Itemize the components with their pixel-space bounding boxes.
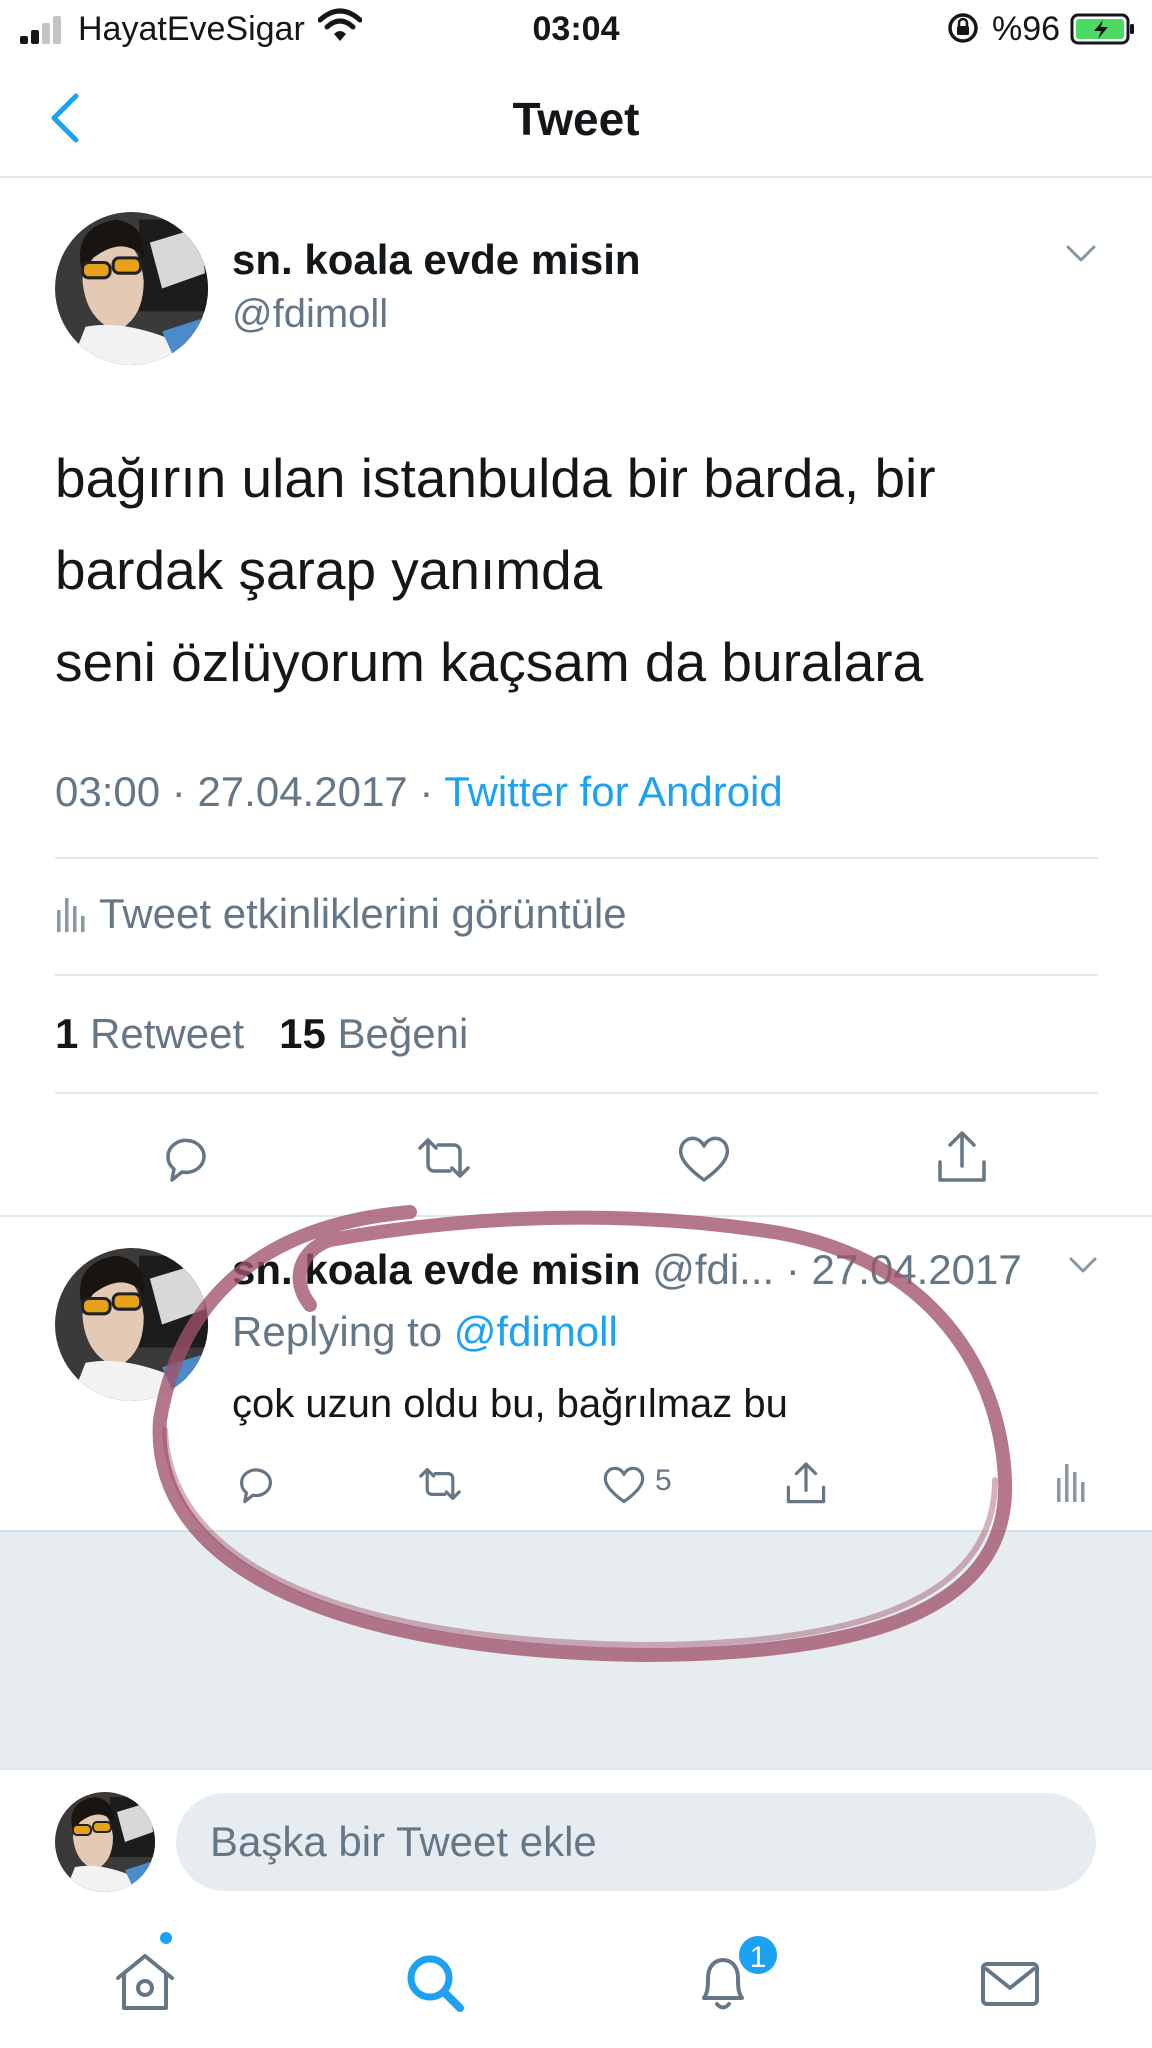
tweet-text: bağırın ulan istanbulda bir barda, bir b… bbox=[55, 432, 1115, 708]
like-label: Beğeni bbox=[337, 1010, 469, 1057]
engagement-counts: 1 Retweet 15 Beğeni bbox=[55, 1010, 468, 1058]
divider bbox=[55, 974, 1098, 976]
rotation-lock-icon bbox=[948, 13, 978, 43]
reply-display-name[interactable]: sn. koala evde misin bbox=[232, 1246, 641, 1293]
tweet-activity-label: Tweet etkinliklerini görüntüle bbox=[99, 890, 627, 937]
reply-date: · 27.04.2017 bbox=[785, 1246, 1022, 1293]
tweet-activity-link[interactable]: Tweet etkinliklerini görüntüle bbox=[55, 890, 627, 938]
like-count-link[interactable]: 15 Beğeni bbox=[279, 1010, 468, 1057]
battery-percent: %96 bbox=[992, 10, 1061, 48]
tweet-text-line: bağırın ulan istanbulda bir barda, bir bbox=[55, 447, 936, 509]
user-handle[interactable]: @fdimoll bbox=[232, 292, 388, 337]
new-content-dot bbox=[158, 1930, 174, 1946]
divider bbox=[55, 1092, 1098, 1094]
page-title: Tweet bbox=[512, 93, 640, 145]
reply-icon[interactable] bbox=[232, 1460, 280, 1508]
retweet-count-link[interactable]: 1 Retweet bbox=[55, 1010, 244, 1057]
tweet-date: 27.04.2017 bbox=[197, 768, 408, 815]
replying-to-mention[interactable]: @fdimoll bbox=[454, 1308, 618, 1355]
empty-feed-area bbox=[0, 1530, 1152, 1770]
share-icon[interactable] bbox=[782, 1460, 830, 1508]
divider bbox=[0, 1215, 1152, 1217]
compose-tweet-input[interactable] bbox=[176, 1793, 1096, 1891]
retweet-count: 1 bbox=[55, 1010, 79, 1057]
chevron-down-icon[interactable] bbox=[1068, 1256, 1098, 1274]
like-icon[interactable] bbox=[600, 1460, 648, 1508]
tweet-source-link[interactable]: Twitter for Android bbox=[444, 768, 782, 815]
header: Tweet bbox=[0, 58, 1152, 178]
status-bar: HayatEveSigar 03:04 %96 bbox=[0, 0, 1152, 58]
replying-to: Replying to @fdimoll bbox=[232, 1308, 618, 1356]
battery-icon bbox=[1070, 13, 1134, 45]
tweet-meta: 03:00 · 27.04.2017 · Twitter for Android bbox=[55, 768, 783, 816]
retweet-icon[interactable] bbox=[414, 1128, 474, 1188]
notification-badge: 1 bbox=[736, 1933, 780, 1977]
reply-like-count: 5 bbox=[655, 1464, 672, 1497]
reply-header: sn. koala evde misin @fdi... · 27.04.201… bbox=[232, 1246, 1022, 1294]
reply-avatar[interactable] bbox=[55, 1248, 208, 1401]
chevron-down-icon[interactable] bbox=[1065, 244, 1097, 264]
avatar[interactable] bbox=[55, 212, 208, 365]
tweet-text-line: seni özlüyorum kaçsam da buralara bbox=[55, 631, 924, 693]
meta-separator: · bbox=[171, 768, 186, 815]
share-icon[interactable] bbox=[932, 1128, 992, 1188]
reply-handle[interactable]: @fdi... bbox=[652, 1246, 774, 1293]
search-icon[interactable] bbox=[400, 1948, 470, 2018]
mail-icon[interactable] bbox=[975, 1948, 1045, 2018]
stats-icon[interactable] bbox=[1055, 1460, 1085, 1504]
compose-avatar bbox=[55, 1792, 155, 1892]
reply-icon[interactable] bbox=[156, 1128, 216, 1188]
replying-prefix: Replying to bbox=[232, 1308, 443, 1355]
tweet-text-line: bardak şarap yanımda bbox=[55, 539, 603, 601]
tweet-time: 03:00 bbox=[55, 768, 161, 815]
divider bbox=[0, 1768, 1152, 1770]
meta-separator: · bbox=[419, 768, 434, 815]
retweet-label: Retweet bbox=[90, 1010, 245, 1057]
display-name[interactable]: sn. koala evde misin bbox=[232, 236, 641, 284]
like-icon[interactable] bbox=[674, 1128, 734, 1188]
divider bbox=[55, 857, 1098, 859]
like-count: 15 bbox=[279, 1010, 326, 1057]
home-icon[interactable] bbox=[110, 1948, 180, 2018]
reply-text: çok uzun oldu bu, bağrılmaz bu bbox=[232, 1382, 788, 1426]
stats-icon bbox=[57, 898, 85, 932]
retweet-icon[interactable] bbox=[416, 1460, 464, 1508]
